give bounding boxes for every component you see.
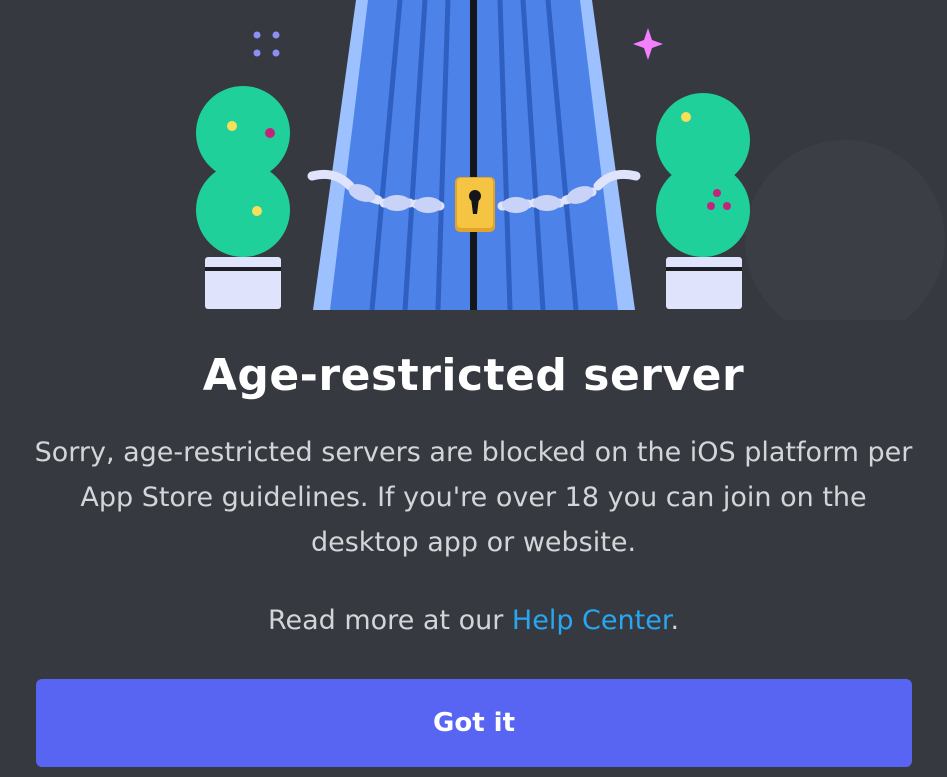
modal-description: Sorry, age-restricted servers are blocke…: [34, 437, 913, 558]
got-it-button[interactable]: Got it: [36, 679, 912, 767]
help-center-link[interactable]: Help Center: [512, 605, 671, 636]
locked-gate-icon: [313, 0, 635, 311]
sparkle-star-icon: [633, 28, 663, 60]
background-circle-decoration: [745, 140, 945, 320]
help-suffix-text: .: [670, 605, 680, 636]
modal-title: Age-restricted server: [202, 350, 745, 401]
help-center-line: Read more at our Help Center.: [0, 598, 947, 643]
age-restricted-modal: Age-restricted server Sorry, age-restric…: [0, 0, 947, 777]
potted-bush-right-icon: [656, 93, 750, 309]
sparkle-dots-icon: [253, 31, 280, 57]
padlock-icon: [455, 177, 495, 232]
help-prefix-text: Read more at our: [267, 605, 512, 636]
locked-server-illustration: [0, 0, 947, 320]
potted-bush-left-icon: [196, 86, 290, 309]
